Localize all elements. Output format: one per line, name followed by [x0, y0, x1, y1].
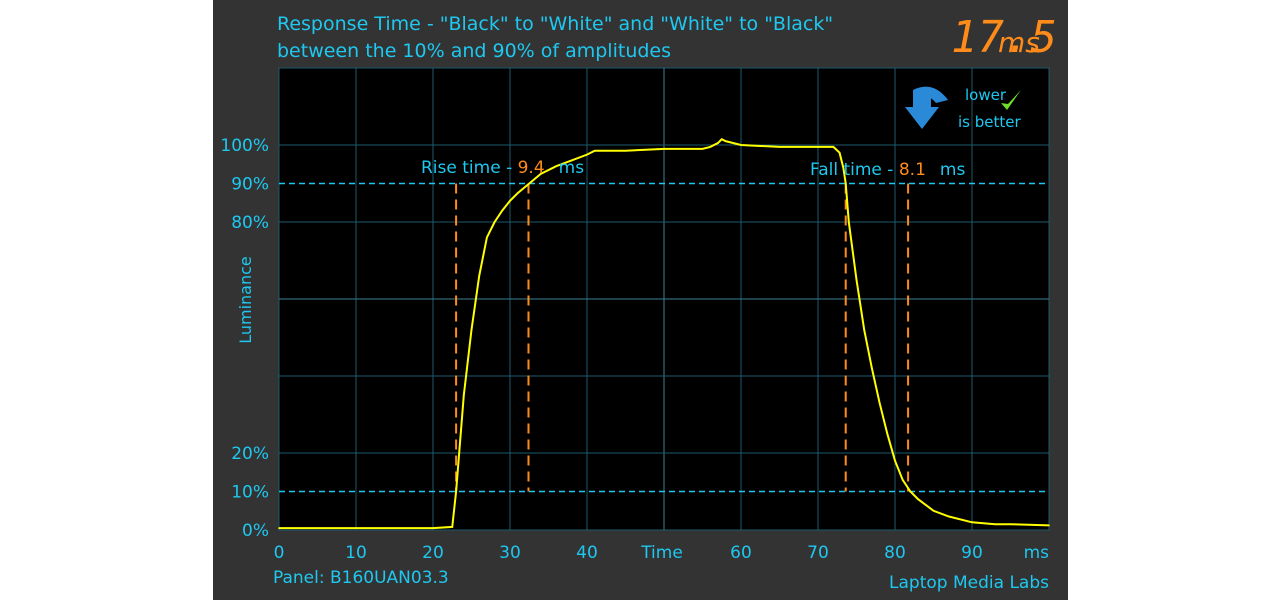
data-point [355, 527, 357, 529]
x-tick-label: 20 [422, 543, 444, 563]
rise-time-label: Rise time - 9.4 ms [421, 158, 584, 178]
data-point [463, 394, 465, 397]
total-unit: ms [998, 26, 1040, 59]
data-point [909, 490, 912, 493]
data-point [1009, 523, 1012, 526]
y-tick-label: 80% [231, 213, 269, 233]
y-tick-label: 100% [220, 136, 269, 156]
x-tick-label: 40 [576, 543, 598, 563]
y-axis-label: Luminance [236, 256, 255, 344]
data-point [593, 149, 596, 152]
data-point [848, 221, 850, 223]
data-point [470, 329, 473, 331]
data-point [863, 329, 865, 331]
data-point [663, 148, 665, 150]
data-point [555, 165, 557, 167]
chart-title: Response Time - "Black" to "White" and "… [277, 13, 833, 35]
data-point [316, 527, 319, 529]
data-point [709, 146, 711, 148]
x-tick-label: 10 [345, 543, 367, 563]
fall-label: Fall time - [810, 160, 899, 180]
panel-label: Panel: B160UAN03.3 [273, 568, 449, 588]
data-point [701, 148, 704, 150]
data-point [451, 526, 454, 528]
data-point [948, 515, 950, 518]
data-point [432, 527, 434, 529]
x-tick-label: 90 [961, 543, 983, 563]
data-point [901, 479, 904, 481]
data-point [817, 146, 819, 148]
data-point [455, 490, 457, 493]
x-tick-label: 30 [499, 543, 521, 563]
y-tick-label: 90% [231, 175, 269, 195]
data-point [886, 432, 889, 435]
data-point [838, 151, 841, 154]
data-point [516, 192, 519, 194]
brand-label: Laptop Media Labs [889, 573, 1049, 593]
badge-line2: is better [958, 113, 1021, 131]
x-tick-label: 70 [807, 543, 829, 563]
data-point [493, 221, 496, 223]
fall-unit: ms [940, 160, 966, 180]
fall-time-label: Fall time - 8.1 ms [810, 160, 965, 180]
data-point [778, 146, 781, 148]
y-tick-label: 20% [231, 444, 269, 464]
data-point [509, 200, 511, 202]
data-point [832, 146, 835, 148]
data-point [971, 521, 973, 524]
data-point [528, 182, 531, 185]
x-tick-label: 0 [274, 543, 285, 563]
data-point [720, 138, 723, 141]
data-point [486, 236, 488, 239]
rise-label: Rise time - [421, 158, 518, 178]
data-point [501, 209, 504, 212]
chart-subtitle: between the 10% and 90% of amplitudes [277, 40, 671, 62]
data-point [624, 149, 627, 152]
data-point [894, 459, 896, 462]
fall-value: 8.1 [899, 160, 926, 180]
data-point [717, 142, 719, 144]
data-point [724, 140, 727, 142]
data-point [994, 523, 996, 526]
x-tick-label: 80 [884, 543, 906, 563]
data-point [844, 182, 847, 185]
data-point [1048, 524, 1050, 527]
data-point [917, 498, 919, 501]
data-point [878, 402, 881, 404]
data-point [586, 153, 588, 156]
badge-line1: lower [965, 86, 1007, 104]
rise-value: 9.4 [518, 158, 545, 178]
response-time-chart: Response Time - "Black" to "White" and "… [220, 12, 1057, 593]
data-point [393, 527, 396, 529]
data-point [278, 527, 280, 529]
chart-panel: Response Time - "Black" to "White" and "… [213, 0, 1068, 600]
rise-unit: ms [559, 158, 585, 178]
x-tick-label: 60 [730, 543, 752, 563]
y-tick-label: 0% [242, 521, 269, 541]
x-axis-label: Time [640, 543, 683, 563]
y-tick-label: 10% [231, 483, 269, 503]
data-point [855, 278, 858, 281]
data-point [932, 509, 935, 512]
data-point [871, 367, 873, 370]
x-axis-unit: ms [1024, 543, 1050, 563]
data-point [740, 144, 742, 146]
data-point [478, 275, 481, 277]
